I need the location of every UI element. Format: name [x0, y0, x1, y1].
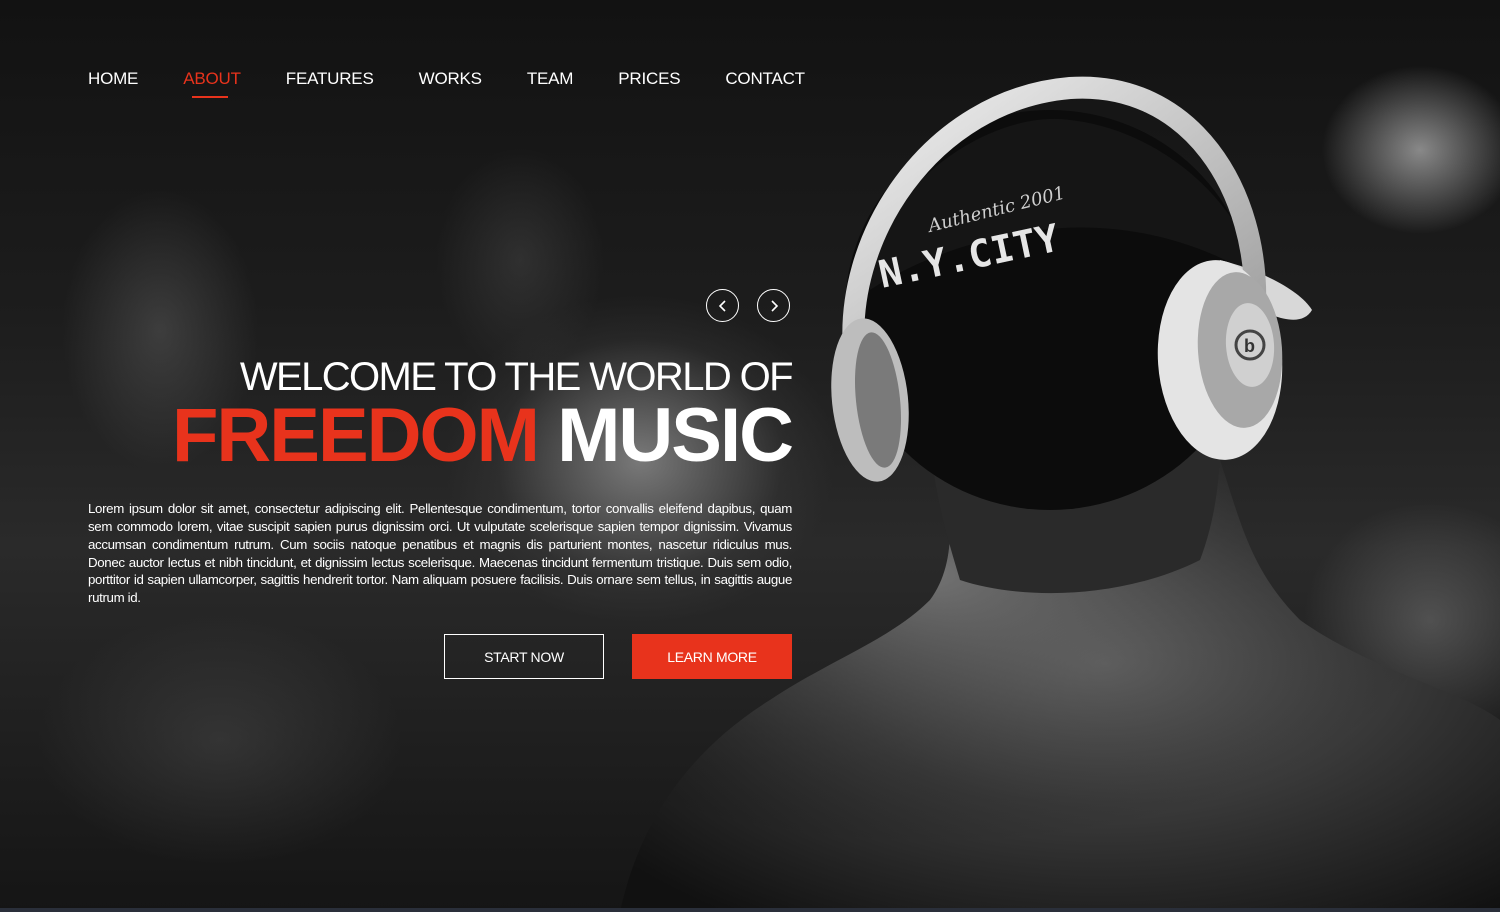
- nav-item-works[interactable]: WORKS: [419, 68, 482, 90]
- nav-item-team[interactable]: TEAM: [527, 68, 574, 90]
- hero-section: N.Y.CITY Authentic 2001 b HOME ABOUT FEA…: [0, 0, 1500, 912]
- chevron-left-icon: [718, 299, 726, 312]
- nav-item-features[interactable]: FEATURES: [286, 68, 374, 90]
- nav-item-home[interactable]: HOME: [88, 68, 138, 90]
- start-now-button[interactable]: START NOW: [444, 634, 604, 679]
- hero-title: FREEDOM MUSIC: [171, 393, 794, 478]
- learn-more-button[interactable]: LEARN MORE: [632, 634, 792, 679]
- hero-title-accent: FREEDOM: [171, 393, 540, 478]
- hero-description: Lorem ipsum dolor sit amet, consectetur …: [88, 501, 792, 606]
- hero-photo: N.Y.CITY Authentic 2001 b: [620, 76, 1500, 912]
- nav-item-contact[interactable]: CONTACT: [725, 68, 805, 90]
- nav-item-about[interactable]: ABOUT: [183, 68, 241, 98]
- nav-item-prices[interactable]: PRICES: [618, 68, 680, 90]
- bottom-divider: [0, 908, 1500, 912]
- chevron-right-icon: [770, 299, 778, 312]
- hero-title-rest: MUSIC: [557, 393, 794, 478]
- headphone-logo: b: [1244, 336, 1255, 356]
- slider-prev-button[interactable]: [706, 289, 739, 322]
- main-nav: HOME ABOUT FEATURES WORKS TEAM PRICES CO…: [88, 68, 850, 98]
- slider-next-button[interactable]: [757, 289, 790, 322]
